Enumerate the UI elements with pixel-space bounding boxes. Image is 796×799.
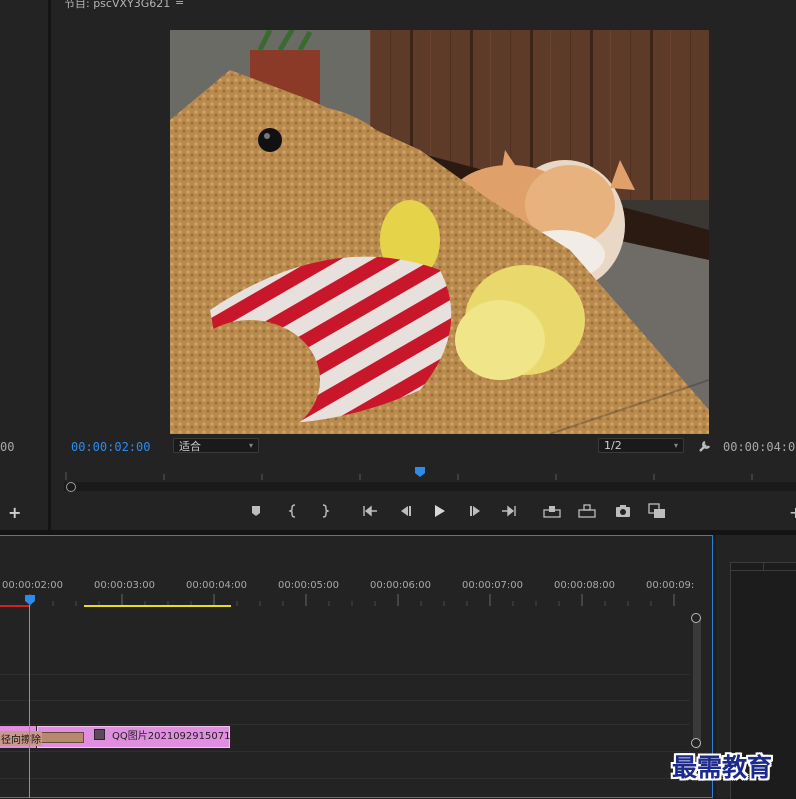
video-frame-image xyxy=(170,30,709,434)
transition-effect[interactable] xyxy=(36,732,84,743)
hamburger-menu-icon[interactable]: ≡ xyxy=(175,0,184,8)
mark-out-button[interactable] xyxy=(316,502,334,520)
side-panel-header-divider xyxy=(730,570,796,571)
render-bar-yellow xyxy=(84,605,231,607)
zoom-level-select[interactable]: 适合 ▾ xyxy=(173,438,259,453)
camera-icon xyxy=(616,505,630,517)
track-separator xyxy=(0,674,690,675)
compare-icon xyxy=(648,503,665,518)
extract-icon xyxy=(578,504,596,518)
track-separator xyxy=(0,724,690,725)
add-button-left[interactable]: + xyxy=(8,503,21,522)
lift-icon xyxy=(543,506,561,518)
scrollbar-handle-bottom[interactable] xyxy=(691,738,701,748)
go-to-out-icon xyxy=(502,505,516,517)
go-to-in-button[interactable] xyxy=(361,502,379,520)
resolution-value: 1/2 xyxy=(604,439,622,452)
ruler-label: 00:00:09: xyxy=(646,580,695,591)
side-panel-column-divider xyxy=(763,562,764,570)
ruler-label: 00:00:05:00 xyxy=(278,580,340,591)
lift-button[interactable] xyxy=(543,502,561,520)
source-timecode[interactable]: 00 xyxy=(0,440,14,454)
add-button-right[interactable]: + xyxy=(789,503,796,522)
add-marker-button[interactable] xyxy=(247,502,265,520)
mark-in-button[interactable] xyxy=(284,502,302,520)
program-video-frame[interactable] xyxy=(170,30,709,434)
ruler-label: 00:00:07:00 xyxy=(462,580,524,591)
ruler-label: 00:00:02:00 xyxy=(2,580,64,591)
marker-icon xyxy=(252,506,260,516)
zoom-handle-left[interactable] xyxy=(66,482,76,492)
mark-out-icon xyxy=(322,504,330,518)
playback-resolution-select[interactable]: 1/2 ▾ xyxy=(598,438,684,453)
track-separator xyxy=(0,751,690,752)
step-forward-icon xyxy=(470,506,480,516)
step-forward-button[interactable] xyxy=(467,502,485,520)
timeline-playhead-line[interactable] xyxy=(29,605,30,798)
current-timecode[interactable]: 00:00:02:00 xyxy=(71,440,150,454)
fx-badge-icon xyxy=(94,729,105,740)
step-back-icon xyxy=(401,506,411,516)
ruler-label: 00:00:08:00 xyxy=(554,580,616,591)
track-separator xyxy=(0,778,690,779)
ruler-label: 00:00:03:00 xyxy=(94,580,156,591)
play-button[interactable] xyxy=(430,502,448,520)
monitor-playhead-icon[interactable] xyxy=(414,466,426,478)
monitor-time-ruler[interactable] xyxy=(64,466,796,480)
mark-in-icon xyxy=(288,504,296,518)
scrollbar-handle-top[interactable] xyxy=(691,613,701,623)
clip-name-label: QQ图片20210929150719. xyxy=(112,731,240,742)
extract-button[interactable] xyxy=(578,502,596,520)
export-frame-button[interactable] xyxy=(614,502,632,520)
go-to-in-icon xyxy=(363,505,377,517)
go-to-out-button[interactable] xyxy=(500,502,518,520)
wrench-icon[interactable] xyxy=(697,438,713,454)
track-separator xyxy=(0,700,690,701)
compare-view-button[interactable] xyxy=(648,502,666,520)
timeline-playhead-icon[interactable] xyxy=(24,594,36,606)
play-icon xyxy=(435,505,445,517)
timeline-vertical-scrollbar[interactable] xyxy=(693,614,701,749)
timeline-panel xyxy=(0,535,713,798)
program-monitor-title[interactable]: 节目: pscVXY3G621 xyxy=(64,0,170,11)
chevron-down-icon: ▾ xyxy=(673,441,678,450)
ruler-label: 00:00:04:00 xyxy=(186,580,248,591)
monitor-scrub-bar[interactable] xyxy=(64,482,796,491)
chevron-down-icon: ▾ xyxy=(248,441,253,450)
transition-label: 径向擦除 xyxy=(0,731,42,746)
duration-timecode: 00:00:04:05 xyxy=(723,440,796,454)
watermark-logo: 最需教育 xyxy=(672,753,773,782)
zoom-level-value: 适合 xyxy=(179,439,201,453)
step-back-button[interactable] xyxy=(396,502,414,520)
ruler-label: 00:00:06:00 xyxy=(370,580,432,591)
